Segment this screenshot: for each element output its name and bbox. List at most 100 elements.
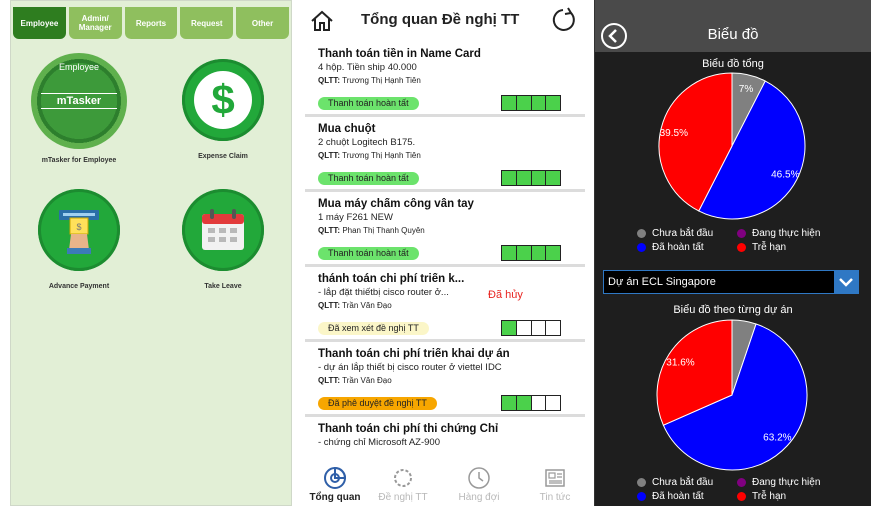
- clock-icon: [468, 467, 490, 489]
- cancelled-label: Đã hủy: [488, 289, 523, 301]
- nav-label: Tin tức: [539, 492, 571, 503]
- tab-admin-manager[interactable]: Admin/ Manager: [68, 7, 122, 39]
- card-description: - dự án lắp thiết bị cisco router ở viet…: [318, 362, 502, 373]
- nav-overview[interactable]: Tổng quan: [307, 456, 363, 503]
- tab-other[interactable]: Other: [236, 7, 289, 39]
- pie-label-3: 31.6%: [666, 357, 694, 368]
- news-icon: [545, 469, 565, 487]
- chevron-down-icon[interactable]: [834, 271, 858, 293]
- atm-icon: $: [38, 189, 120, 271]
- calendar-icon: [182, 189, 264, 271]
- legend-swatch: [737, 243, 746, 252]
- tab-request[interactable]: Request: [180, 7, 234, 39]
- page-title: Biểu đồ: [707, 26, 759, 43]
- status-badge: Thanh toán hoàn tất: [318, 247, 419, 260]
- nav-requests[interactable]: Đề nghị TT: [375, 456, 431, 503]
- legend-item-overdue: Trễ hạn: [737, 242, 786, 253]
- app-label: Take Leave: [204, 283, 242, 290]
- pie-label-2: 46.5%: [771, 169, 799, 180]
- request-list: Thanh toán tiền in Name Card 4 hộp. Tiền…: [305, 42, 585, 456]
- header: Tổng quan Đề nghị TT: [305, 0, 585, 42]
- app-take-leave[interactable]: Take Leave: [168, 189, 278, 290]
- card-description: 2 chuột Logitech B175.: [318, 137, 416, 148]
- card-description: 4 hộp. Tiền ship 40.000: [318, 62, 417, 73]
- card-manager: QLTT: Trương Thị Hạnh Tiên: [318, 76, 421, 85]
- request-card[interactable]: Thanh toán tiền in Name Card 4 hộp. Tiền…: [305, 42, 585, 117]
- pie-label-3: 39.5%: [660, 128, 688, 139]
- nav-label: Tổng quan: [309, 492, 361, 503]
- progress-steps: [501, 395, 561, 411]
- request-card[interactable]: Mua chuột 2 chuột Logitech B175. QLTT: T…: [305, 117, 585, 192]
- card-title: Mua máy chấm công vân tay: [318, 198, 474, 210]
- app-label: mTasker for Employee: [41, 157, 117, 164]
- chart-title-total: Biểu đồ tổng: [702, 58, 764, 70]
- status-badge: Thanh toán hoàn tất: [318, 172, 419, 185]
- nav-label: Đề nghị TT: [378, 492, 428, 503]
- seal-top-text: Employee: [58, 62, 100, 72]
- seal-text: mTasker: [41, 93, 117, 109]
- card-title: Mua chuột: [318, 123, 376, 135]
- pie-chart-by-project: 63.2% 31.6%: [656, 319, 808, 471]
- svg-text:$: $: [76, 222, 81, 232]
- tab-reports[interactable]: Reports: [124, 7, 178, 39]
- legend-item-in-progress: Đang thực hiện: [737, 228, 820, 239]
- status-badge: Đã xem xét đề nghị TT: [318, 322, 429, 335]
- nav-label: Hàng đợi: [458, 492, 500, 503]
- mtasker-seal-icon: Employee mTasker: [31, 53, 127, 149]
- card-description: - chứng chỉ Microsoft AZ-900: [318, 437, 440, 448]
- card-title: Thanh toán chi phí triển khai dự án: [318, 348, 510, 360]
- legend-item-not-started: Chưa bắt đầu: [637, 228, 713, 239]
- app-label: Expense Claim: [198, 153, 248, 160]
- dollar-icon: $: [182, 59, 264, 141]
- card-manager: QLTT: Trương Thị Hạnh Tiên: [318, 151, 421, 160]
- nav-news[interactable]: Tin tức: [527, 456, 583, 503]
- page-title: Tổng quan Đề nghị TT: [361, 11, 520, 28]
- request-card[interactable]: thánh toán chi phí triển k... - lắp đặt …: [305, 267, 585, 342]
- legend-item-not-started: Chưa bắt đầu: [637, 477, 713, 488]
- legend-swatch: [637, 243, 646, 252]
- legend-swatch: [737, 492, 746, 501]
- request-icon: [394, 469, 412, 487]
- request-card[interactable]: Thanh toán chi phí thi chứng Chỉ - chứng…: [305, 417, 585, 456]
- app-mtasker[interactable]: Employee mTasker mTasker for Employee: [24, 53, 134, 164]
- home-icon[interactable]: [310, 9, 334, 33]
- progress-steps: [501, 170, 561, 186]
- card-title: Thanh toán tiền in Name Card: [318, 48, 481, 60]
- app-label: Advance Payment: [48, 283, 110, 290]
- chart-screen: Biểu đồ Biểu đồ tổng 7% 46.5% 39.5% Chưa b…: [594, 0, 871, 506]
- legend-by-project: Chưa bắt đầu Đang thực hiện Đã hoàn tất …: [637, 477, 847, 506]
- card-description: - lắp đặt thiếtbị cisco router ở...: [318, 287, 449, 298]
- tab-employee[interactable]: Employee: [13, 7, 66, 39]
- request-card[interactable]: Mua máy chấm công vân tay 1 máy F261 NEW…: [305, 192, 585, 267]
- request-card[interactable]: Thanh toán chi phí triển khai dự án - dự…: [305, 342, 585, 417]
- pie-label-2: 63.2%: [763, 433, 791, 444]
- card-title: thánh toán chi phí triển k...: [318, 273, 465, 285]
- legend-swatch: [737, 478, 746, 487]
- card-manager: QLTT: Phan Thị Thanh Quyên: [318, 226, 425, 235]
- legend-item-completed: Đã hoàn tất: [637, 491, 704, 502]
- overview-icon: [324, 466, 347, 489]
- pie-label-0: 7%: [739, 84, 754, 95]
- card-manager: QLTT: Trần Văn Đạo: [318, 376, 392, 385]
- chart-title-by-project: Biểu đồ theo từng dự án: [673, 304, 793, 316]
- bottom-navigation: Tổng quan Đề nghị TT Hàng đợi Tin tức: [305, 456, 585, 506]
- role-tabs: Employee Admin/ Manager Reports Request …: [13, 7, 289, 39]
- card-title: Thanh toán chi phí thi chứng Chỉ: [318, 423, 499, 435]
- progress-steps: [501, 95, 561, 111]
- pie-chart-total: 7% 46.5% 39.5%: [658, 72, 806, 220]
- legend-total: Chưa bắt đầu Đang thực hiện Đã hoàn tất …: [637, 228, 847, 258]
- project-dropdown-value: Dự án ECL Singapore: [608, 276, 716, 288]
- app-advance-payment[interactable]: $ Advance Payment: [24, 189, 134, 290]
- employee-app-launcher: Employee Admin/ Manager Reports Request …: [10, 0, 292, 506]
- project-dropdown[interactable]: Dự án ECL Singapore: [603, 270, 859, 294]
- nav-queue[interactable]: Hàng đợi: [451, 456, 507, 503]
- payment-request-overview: Tổng quan Đề nghị TT Thanh toán tiền in …: [305, 0, 585, 506]
- legend-item-in-progress: Đang thực hiện: [737, 477, 820, 488]
- status-badge: Thanh toán hoàn tất: [318, 97, 419, 110]
- refresh-icon[interactable]: [549, 6, 577, 34]
- progress-steps: [501, 245, 561, 261]
- card-description: 1 máy F261 NEW: [318, 212, 393, 223]
- progress-steps: [501, 320, 561, 336]
- app-expense-claim[interactable]: $ Expense Claim: [168, 59, 278, 160]
- card-manager: QLTT: Trần Văn Đạo: [318, 301, 392, 310]
